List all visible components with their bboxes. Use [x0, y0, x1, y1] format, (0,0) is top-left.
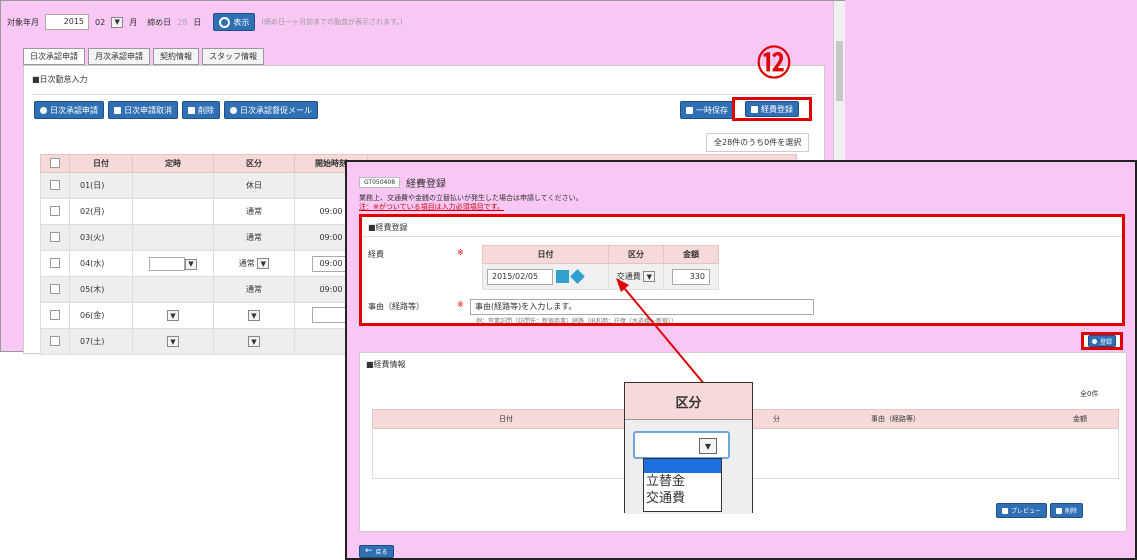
zoom-dropdown-list: 立替金 交通費 [643, 458, 722, 512]
dropdown-option-advance[interactable]: 立替金 [644, 473, 721, 490]
callout-arrow [616, 278, 706, 386]
chevron-down-icon[interactable]: ▼ [699, 438, 717, 454]
zoom-title: 区分 [625, 383, 752, 420]
dropdown-option-transport[interactable]: 交通費 [644, 490, 721, 507]
zoom-body: ▼ 立替金 交通費 [625, 420, 752, 514]
zoom-select[interactable]: ▼ [633, 431, 730, 459]
dropdown-option-empty[interactable] [644, 459, 721, 473]
callout-line [619, 282, 706, 386]
kubun-zoom-callout: 区分 ▼ 立替金 交通費 [624, 382, 753, 514]
